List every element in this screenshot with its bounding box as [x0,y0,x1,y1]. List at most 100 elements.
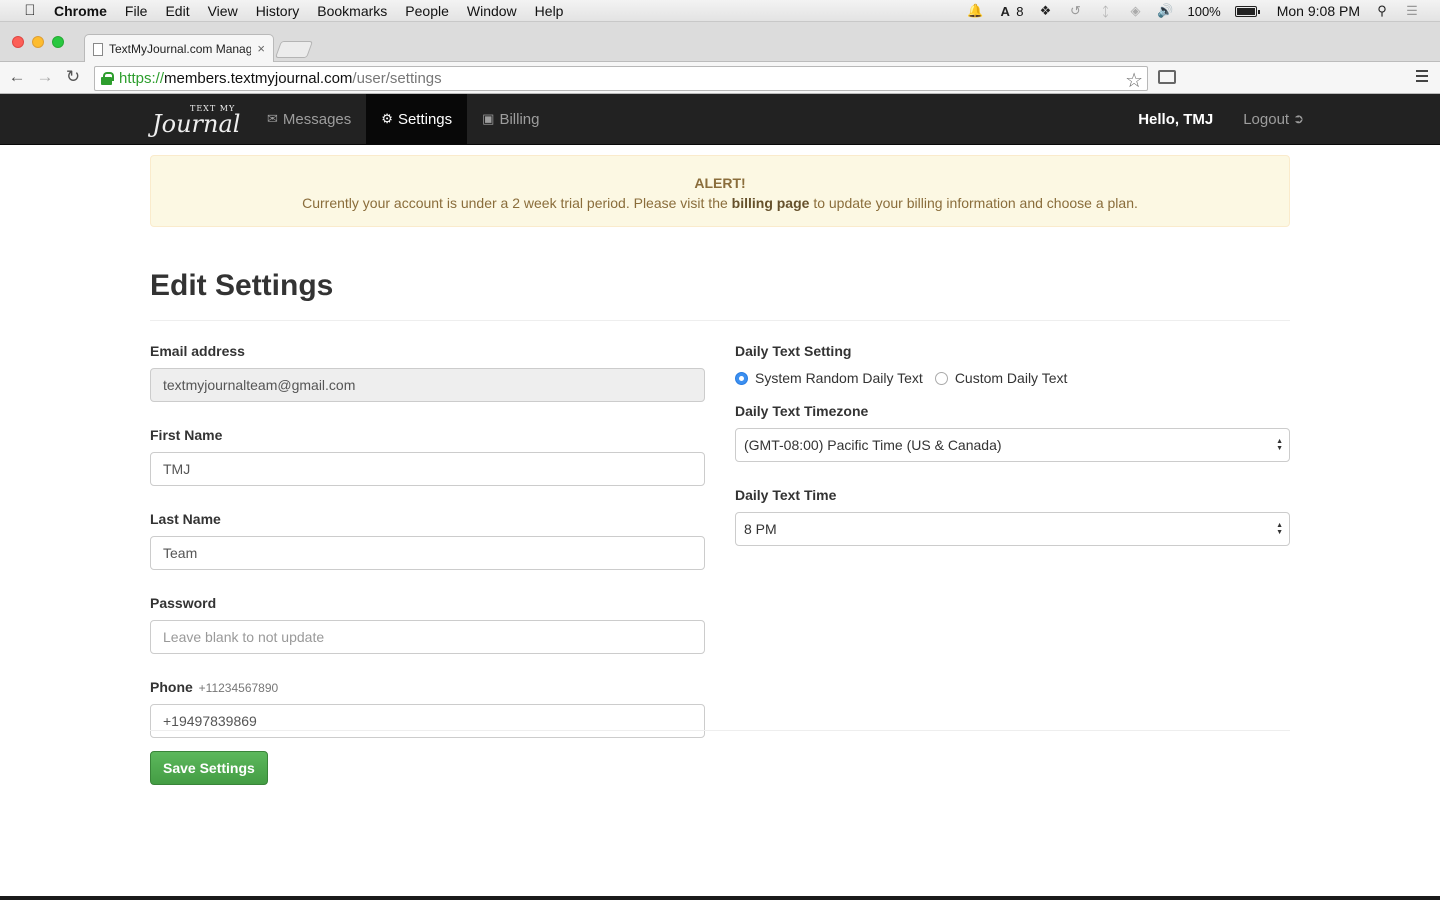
nav-user-area: Hello, TMJ Logout ➲ [1123,94,1304,144]
first-name-field[interactable]: TMJ [150,452,705,486]
window-maximize-button[interactable] [52,36,64,48]
alert-text-before: Currently your account is under a 2 week… [302,195,732,211]
save-settings-button[interactable]: Save Settings [150,751,268,785]
phone-label-row: Phone +11234567890 [150,679,705,699]
envelope-icon: ✉ [267,111,278,126]
nav-settings[interactable]: ⚙ Settings [366,94,468,144]
bluetooth-icon[interactable]: ᛨ [1097,4,1113,19]
menu-edit[interactable]: Edit [165,3,189,19]
form-right-column: Daily Text Setting System Random Daily T… [735,321,1290,571]
user-greeting: Hello, TMJ [1138,110,1214,128]
battery-icon[interactable] [1234,5,1260,17]
apple-menu-icon[interactable]:  [20,2,40,19]
page-favicon-icon [93,42,103,56]
tab-title: TextMyJournal.com Manag [109,42,251,56]
battery-level-fill [1236,7,1255,15]
last-name-label: Last Name [150,511,221,527]
billing-page-link[interactable]: billing page [732,195,810,211]
menu-app-chrome[interactable]: Chrome [54,3,107,19]
reload-icon[interactable]: ↻ [64,68,82,86]
window-close-button[interactable] [12,36,24,48]
brand-big-text: Journal [152,110,241,138]
select-arrows-icon: ▲ ▼ [1276,438,1283,452]
logout-link[interactable]: Logout ➲ [1228,94,1304,144]
time-machine-icon[interactable]: ↺ [1067,3,1083,18]
nav-billing-label: Billing [499,110,540,128]
phone-label: Phone [150,679,193,695]
form-left-column: Email address textmyjournalteam@gmail.co… [150,321,705,763]
page-title: Edit Settings [150,269,334,302]
url-host: members.textmyjournal.com [164,70,353,87]
secure-lock-icon[interactable] [101,72,114,85]
nav-links: ✉ Messages ⚙ Settings ▣ Billing [252,94,554,144]
url-path: /user/settings [352,70,442,87]
alert-heading: ALERT! [694,175,746,191]
alert-text-after: to update your billing information and c… [809,195,1138,211]
chrome-menu-icon[interactable] [1416,70,1428,85]
menubar-clock[interactable]: Mon 9:08 PM [1277,3,1360,19]
url-scheme: https:// [119,70,165,87]
nav-settings-label: Settings [397,110,453,128]
site-navbar: TEXT MY Journal ✉ Messages ⚙ Settings ▣ … [0,94,1440,145]
custom-daily-radio[interactable] [934,371,948,385]
nav-billing[interactable]: ▣ Billing [467,94,554,144]
back-arrow-icon[interactable]: ← [8,68,26,86]
menu-people[interactable]: People [405,3,449,19]
window-bottom-edge [0,896,1440,900]
browser-toolbar: ← → ↻ https://members.textmyjournal.com /… [0,62,1440,94]
notification-bell-icon[interactable]: 🔔 [967,3,983,18]
menu-help[interactable]: Help [535,3,564,19]
timezone-selected-value: (GMT-08:00) Pacific Time (US & Canada) [744,437,1002,453]
macos-menubar:  Chrome File Edit View History Bookmark… [0,0,1440,22]
adobe-status[interactable]: A 8 [997,3,1024,19]
new-tab-button[interactable] [274,41,314,58]
menu-history[interactable]: History [256,3,300,19]
settings-form: Email address textmyjournalteam@gmail.co… [150,321,1290,738]
select-arrows-icon: ▲ ▼ [1276,522,1283,536]
system-random-label[interactable]: System Random Daily Text [755,370,923,386]
logout-label: Logout [1243,110,1290,128]
password-label: Password [150,595,217,611]
menu-window[interactable]: Window [467,3,517,19]
timezone-label: Daily Text Timezone [735,403,869,419]
window-minimize-button[interactable] [32,36,44,48]
forward-arrow-icon[interactable]: → [36,68,54,86]
menu-view[interactable]: View [208,3,238,19]
gear-icon: ⚙ [381,111,393,126]
last-name-field[interactable]: Team [150,536,705,570]
tab-close-icon[interactable]: × [257,41,265,56]
adobe-badge-count: 8 [1016,3,1024,19]
bookmark-star-icon[interactable]: ☆ [1125,68,1143,93]
phone-field[interactable]: +19497839869 [150,704,705,738]
menu-file[interactable]: File [125,3,148,19]
phone-format-hint: +11234567890 [198,681,279,695]
nav-messages[interactable]: ✉ Messages [252,94,366,144]
browser-tab-active[interactable]: TextMyJournal.com Manag × [84,34,274,63]
dropbox-icon[interactable]: ❖ [1037,3,1053,18]
daily-time-selected-value: 8 PM [744,521,777,537]
main-content: ALERT! Currently your account is under a… [150,155,1290,738]
daily-time-select[interactable]: 8 PM ▲ ▼ [735,512,1290,546]
password-field[interactable]: Leave blank to not update [150,620,705,654]
cast-icon[interactable] [1158,70,1176,84]
nav-messages-label: Messages [282,110,352,128]
trial-alert: ALERT! Currently your account is under a… [150,155,1290,227]
system-random-radio[interactable] [735,371,748,385]
daily-text-setting-label: Daily Text Setting [735,343,852,359]
first-name-label: First Name [150,427,223,443]
timezone-select[interactable]: (GMT-08:00) Pacific Time (US & Canada) ▲… [735,428,1290,462]
custom-daily-label[interactable]: Custom Daily Text [955,370,1068,386]
email-label: Email address [150,343,245,359]
browser-tabstrip: TextMyJournal.com Manag × [0,22,1440,63]
daily-time-label: Daily Text Time [735,487,837,503]
brand-logo[interactable]: TEXT MY Journal [152,104,241,138]
credit-card-icon: ▣ [482,111,495,126]
wifi-icon[interactable]: ◈ [1127,3,1143,18]
alert-message: Currently your account is under a 2 week… [151,193,1289,213]
menu-bookmarks[interactable]: Bookmarks [317,3,387,19]
address-bar[interactable]: https://members.textmyjournal.com/user/s… [94,66,1148,93]
spotlight-search-icon[interactable]: ⚲ [1374,3,1390,18]
volume-icon[interactable]: 🔊 [1157,3,1173,18]
menubar-status-area: 🔔 A 8 ❖ ↺ ᛨ ◈ 🔊 100% Mon 9:08 PM ⚲ ☰ [967,0,1420,22]
notification-center-icon[interactable]: ☰ [1404,3,1420,18]
